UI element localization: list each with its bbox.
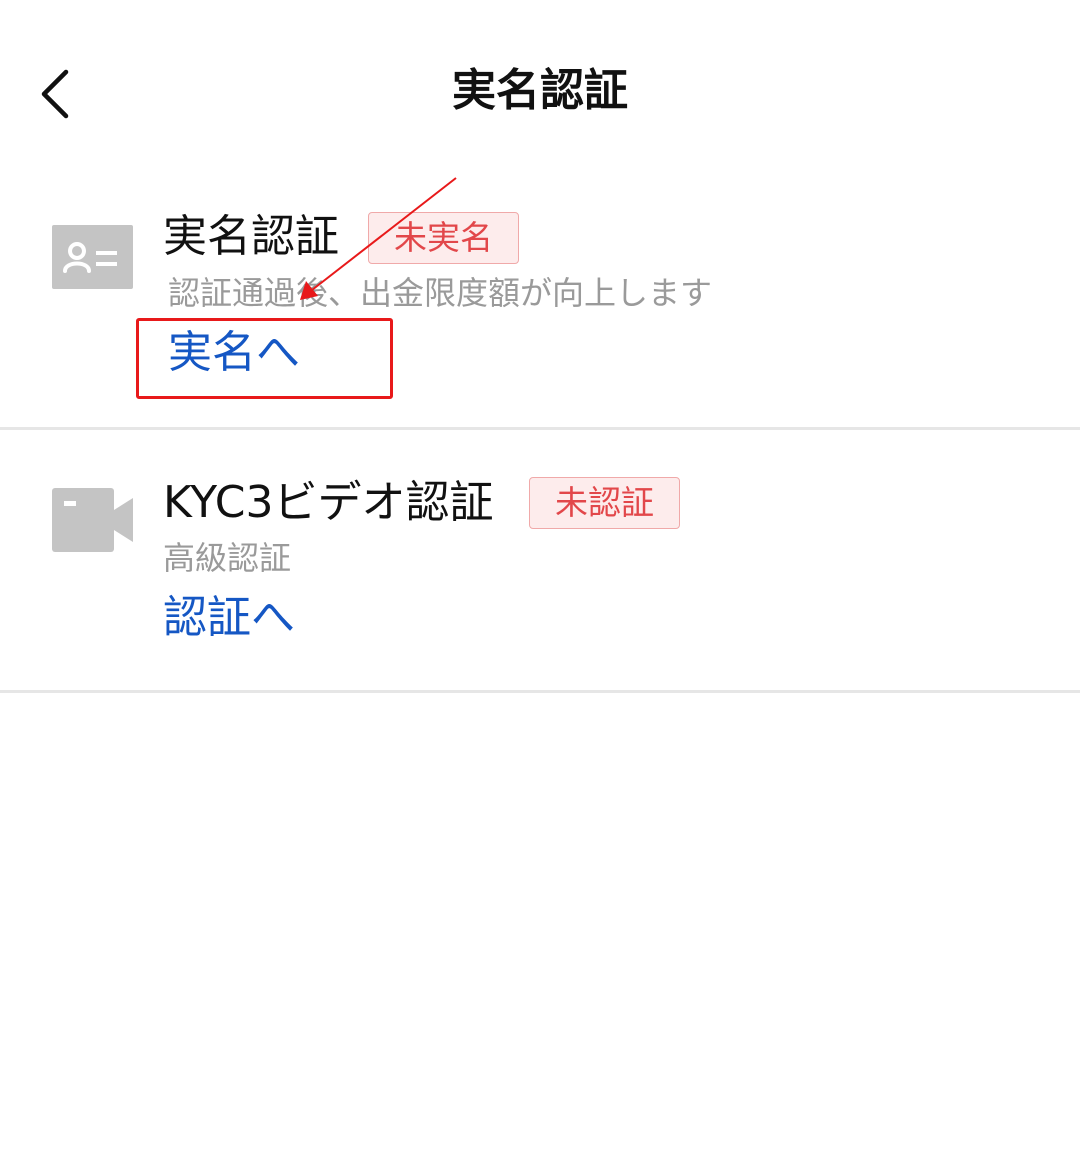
go-real-name-link[interactable]: 実名へ bbox=[168, 325, 300, 381]
item-description: 高級認証 bbox=[163, 539, 292, 577]
item-title: 実名認証 bbox=[163, 211, 339, 262]
video-camera-icon bbox=[52, 488, 133, 552]
divider bbox=[0, 690, 1080, 693]
list-item-kyc3-video: KYC3ビデオ認証 未認証 高級認証 認証へ bbox=[0, 430, 1080, 692]
item-description: 認証通過後、出金限度額が向上します bbox=[168, 274, 713, 312]
list-item-real-name: 実名認証 未実名 認証通過後、出金限度額が向上します 実名へ bbox=[0, 185, 1080, 428]
header-bar: 実名認証 bbox=[0, 0, 1080, 185]
item-title: KYC3ビデオ認証 bbox=[163, 477, 494, 528]
id-card-icon bbox=[52, 225, 133, 289]
status-badge: 未認証 bbox=[529, 477, 680, 529]
go-verify-link[interactable]: 認証へ bbox=[163, 590, 295, 646]
status-badge: 未実名 bbox=[368, 212, 519, 264]
page-title: 実名認証 bbox=[452, 65, 628, 116]
